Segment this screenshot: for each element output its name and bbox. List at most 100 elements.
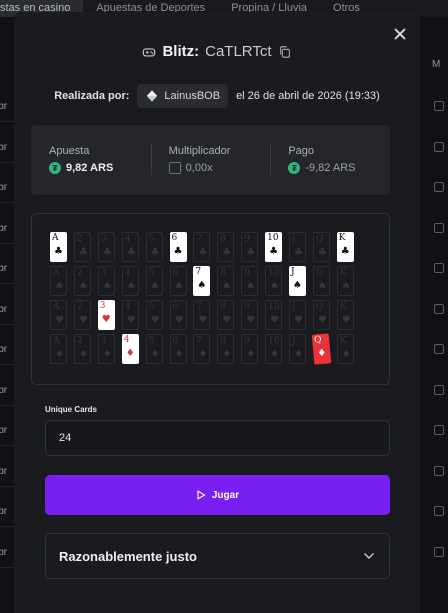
unique-cards-input[interactable]	[45, 420, 390, 456]
card-slot: K ♠	[336, 266, 354, 296]
card-slot: 8 ♦	[217, 334, 235, 364]
multiplier-icon	[168, 162, 181, 174]
card-slot: 7 ♦	[193, 334, 211, 364]
background-row-checkbox	[434, 344, 444, 354]
card-slot: 5 ♣	[145, 232, 163, 262]
background-row-divider	[0, 445, 14, 446]
background-row-checkbox	[434, 465, 444, 476]
card-slot: 5 ♠	[145, 266, 163, 296]
card-revealed: J ♠	[289, 266, 306, 296]
card-revealed: 7 ♠	[193, 266, 211, 296]
game-title: Blitz:	[162, 43, 200, 60]
card-slot: 10 ♠	[265, 266, 283, 296]
card-slot: A ♠	[50, 266, 67, 296]
card-slot: 5 ♦	[145, 334, 163, 364]
copy-icon[interactable]	[278, 45, 292, 59]
bet-details-modal: Blitz: CaTLRTct Realizada por: LainusBOB…	[14, 12, 420, 613]
card-slot: 6 ♦	[169, 334, 187, 364]
background-row-divider	[0, 485, 14, 487]
fairness-label: Razonablemente justo	[59, 548, 197, 564]
background-row-text: ibr	[0, 141, 8, 153]
background-row-text: ibr	[0, 506, 8, 517]
close-icon[interactable]	[392, 26, 408, 42]
card-slot: 8 ♠	[217, 266, 235, 296]
multiplier-stat: Multiplicador 0,00x	[150, 125, 271, 195]
placed-by-row: Realizada por: LainusBOB el 26 de abril …	[14, 84, 420, 108]
background-row-checkbox	[434, 182, 444, 192]
card-slot: 9 ♠	[241, 266, 259, 296]
card-slot: 3 ♣	[97, 232, 115, 262]
background-row-divider	[0, 242, 14, 244]
card-slot: 4 ♣	[121, 232, 139, 262]
column-header: M	[432, 59, 441, 70]
card-slot: 7 ♥	[193, 300, 211, 330]
card-slot: 3 ♦	[97, 334, 115, 364]
user-chip[interactable]: LainusBOB	[137, 84, 229, 108]
currency-coin-icon: ₮	[288, 162, 301, 174]
bet-date: el 26 de abril de 2026 (19:33)	[236, 90, 380, 102]
fairness-dropdown[interactable]: Razonablemente justo	[45, 533, 390, 579]
play-button[interactable]: Jugar	[45, 475, 390, 515]
background-table-right: M	[420, 17, 448, 613]
card-slot: K ♦	[336, 334, 354, 364]
card-slot: Q ♥	[312, 300, 330, 330]
card-slot: 2 ♣	[73, 232, 91, 262]
card-revealed: K ♣	[336, 232, 354, 262]
bet-amount-value: 9,82 ARS	[66, 162, 114, 174]
card-slot: 9 ♦	[241, 334, 259, 364]
card-slot: 9 ♣	[241, 232, 259, 262]
card-board: A ♣ 2 ♣ 3 ♣ 4 ♣ 5 ♣ 6 ♣ 7 ♣ 8 ♣ 9 ♣ 10 ♣ J ♣ Q ♣ K ♣ A ♠ 2 ♠ 3 ♠ 4 ♠ 5 ♠ 6 ♠ 7…	[31, 213, 390, 385]
background-row-text: ibr	[0, 344, 8, 355]
card-slot: 3 ♠	[97, 266, 115, 296]
card-slot: 2 ♦	[73, 334, 91, 364]
currency-coin-icon: ₮	[49, 162, 61, 174]
card-slot: Q ♣	[312, 232, 330, 262]
background-row-text: ibr	[0, 222, 8, 234]
card-highlighted: Q ♦	[311, 333, 332, 365]
background-row-text: ibr	[0, 546, 8, 558]
background-row-text: ibr	[0, 425, 8, 436]
background-row-checkbox	[434, 384, 444, 395]
multiplier-label: Multiplicador	[168, 145, 231, 157]
payout-value: -9,82 ARS	[305, 162, 356, 174]
bet-id: CaTLRTct	[205, 43, 272, 60]
card-slot: 5 ♥	[145, 300, 163, 330]
card-slot: J ♦	[289, 334, 306, 364]
bet-amount-value-row: ₮ 9,82 ARS	[49, 162, 151, 174]
card-slot: K ♥	[336, 300, 354, 330]
background-row-divider	[0, 404, 14, 406]
card-slot: 6 ♥	[169, 300, 187, 330]
background-row-checkbox	[434, 222, 444, 233]
card-slot: J ♥	[289, 300, 306, 330]
background-row-divider	[0, 283, 14, 284]
background-row-text: ibr	[0, 465, 8, 477]
background-row-text: ibr	[0, 303, 8, 315]
multiplier-value: 0,00x	[185, 162, 213, 174]
background-row-divider	[0, 526, 14, 527]
background-row-divider	[0, 121, 14, 122]
card-slot: 4 ♥	[121, 300, 139, 330]
chevron-down-icon	[364, 553, 374, 559]
card-slot: Q ♠	[312, 266, 330, 296]
bet-stats-panel: Apuesta ₮ 9,82 ARS Multiplicador 0,00x P…	[31, 125, 390, 195]
background-row-text: ibr	[0, 263, 8, 274]
background-row-checkbox	[434, 101, 444, 111]
card-revealed: 3 ♥	[97, 300, 115, 330]
background-row-divider	[0, 566, 14, 568]
background-row-checkbox	[434, 546, 444, 557]
card-revealed: A ♣	[50, 232, 67, 262]
card-slot: A ♦	[50, 334, 67, 364]
card-slot: 10 ♦	[265, 334, 283, 364]
card-slot: 2 ♠	[73, 266, 91, 296]
play-button-label: Jugar	[211, 489, 240, 501]
modal-title: Blitz: CaTLRTct	[14, 43, 420, 60]
payout-value-row: ₮ -9,82 ARS	[288, 162, 390, 174]
card-revealed: 4 ♦	[121, 334, 139, 364]
card-slot: 2 ♥	[73, 300, 91, 330]
background-row-checkbox	[434, 263, 444, 273]
background-row-divider	[0, 323, 14, 325]
card-slot: 8 ♣	[217, 232, 235, 262]
card-slot: A ♥	[50, 300, 67, 330]
background-table-left: ibr ibr ibr ibr ibr ibr ibr ibr ibr ibr ibr ibr	[0, 17, 14, 613]
background-row-checkbox	[434, 141, 444, 152]
